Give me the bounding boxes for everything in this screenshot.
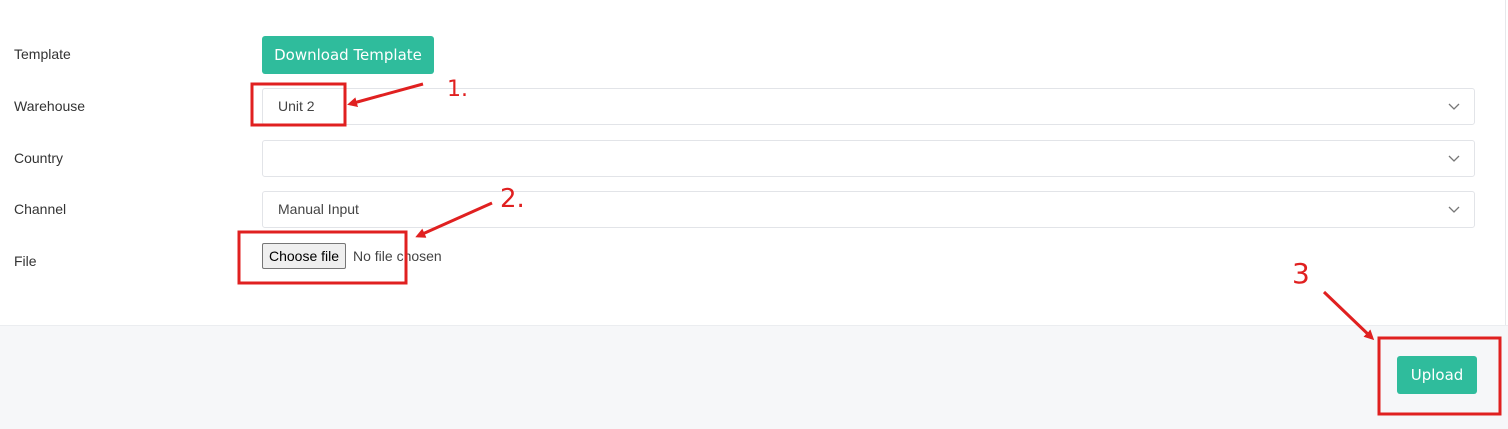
channel-select[interactable]: Manual Input <box>262 191 1475 228</box>
file-label: File <box>14 253 37 269</box>
chevron-down-icon <box>1448 206 1460 213</box>
download-template-button[interactable]: Download Template <box>262 36 434 74</box>
warehouse-select-value: Unit 2 <box>278 98 315 114</box>
form-panel: Template Download Template Warehouse Uni… <box>0 0 1508 325</box>
file-status-text: No file chosen <box>353 248 442 264</box>
channel-label: Channel <box>14 201 67 217</box>
warehouse-select[interactable]: Unit 2 <box>262 88 1475 125</box>
country-label: Country <box>14 150 64 166</box>
upload-form-page: Template Download Template Warehouse Uni… <box>0 0 1508 429</box>
country-select[interactable] <box>262 140 1475 177</box>
chevron-down-icon <box>1448 103 1460 110</box>
channel-select-value: Manual Input <box>278 201 359 217</box>
warehouse-label: Warehouse <box>14 98 86 114</box>
template-label: Template <box>14 46 71 62</box>
form-footer: Upload <box>0 325 1508 429</box>
choose-file-button[interactable]: Choose file <box>262 243 347 269</box>
upload-button[interactable]: Upload <box>1397 356 1477 394</box>
panel-right-border <box>1505 0 1506 325</box>
chevron-down-icon <box>1448 155 1460 162</box>
